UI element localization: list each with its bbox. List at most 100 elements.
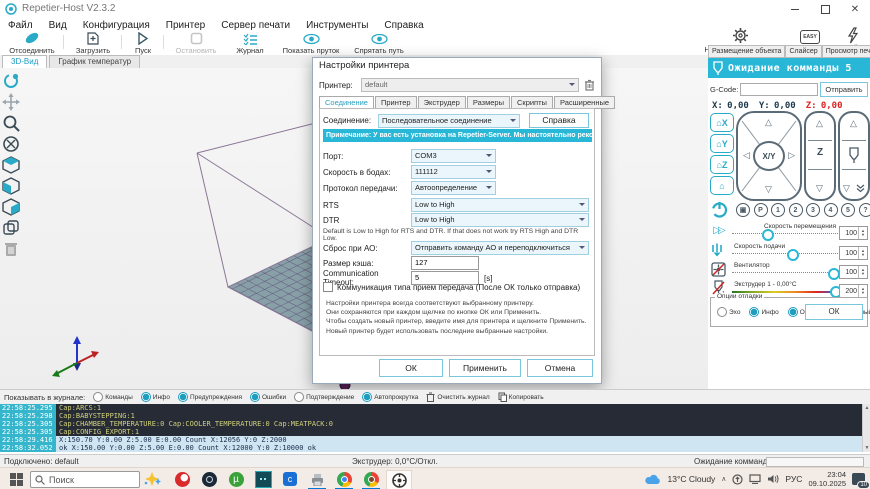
- fit-objects-tool[interactable]: [2, 219, 20, 237]
- delete-object-tool[interactable]: [2, 240, 20, 258]
- tab-temperature-graph[interactable]: График температур: [49, 55, 140, 68]
- extrude-button[interactable]: △: [850, 119, 857, 128]
- zoom-tool[interactable]: [2, 114, 20, 132]
- taskbar-app-media[interactable]: [251, 470, 275, 488]
- start-button[interactable]: [4, 470, 28, 488]
- clock[interactable]: 23:04 09.10.2025: [808, 470, 846, 488]
- search-highlights-icon[interactable]: [140, 470, 164, 488]
- reset-select[interactable]: Отправить команду АО и переподключиться: [411, 241, 589, 255]
- menu-printer[interactable]: Принтер: [158, 20, 213, 31]
- fan-value[interactable]: 100▲▼: [839, 265, 868, 279]
- extruder-temp-value[interactable]: 200▲▼: [839, 284, 868, 298]
- motor-off-button[interactable]: ▣: [736, 203, 750, 217]
- rotate-view-tool[interactable]: [2, 72, 20, 90]
- jog-y-plus[interactable]: △: [765, 118, 772, 127]
- port-select[interactable]: COM3: [411, 149, 496, 163]
- jog-x-minus[interactable]: ◁: [743, 151, 750, 160]
- dialog-ok-button[interactable]: ОК: [379, 359, 443, 377]
- log-scrollbar[interactable]: ▲ ▼: [862, 404, 870, 452]
- debug-info-toggle[interactable]: Инфо: [749, 307, 778, 317]
- ping-pong-checkbox[interactable]: Коммуникация типа прием передача (После …: [323, 282, 589, 292]
- tray-expand-chevron[interactable]: ∧: [721, 475, 726, 483]
- log-output[interactable]: 22:58:25.295Cap:ARCS:1 22:58:25.298Cap:B…: [0, 404, 862, 452]
- dtr-select[interactable]: Low to High: [411, 213, 589, 227]
- travel-speed-knob[interactable]: [762, 229, 774, 241]
- gcode-input[interactable]: [740, 83, 818, 96]
- park-button[interactable]: P: [754, 203, 768, 217]
- clear-log-button[interactable]: Очистить журнал: [426, 392, 489, 402]
- hide-travel-button[interactable]: Спрятать путь: [348, 32, 410, 55]
- maximize-button[interactable]: [810, 0, 840, 18]
- log-button[interactable]: Журнал: [228, 32, 272, 55]
- menu-tools[interactable]: Инструменты: [298, 20, 376, 31]
- taskbar-app-docs[interactable]: c: [278, 470, 302, 488]
- debug-ok-button[interactable]: ОК: [805, 304, 863, 320]
- tab-slicer[interactable]: Слайсер: [785, 45, 821, 58]
- taskbar-app-chrome-profile[interactable]: [359, 470, 383, 488]
- menu-file[interactable]: Файл: [0, 20, 41, 31]
- delete-printer-icon[interactable]: [584, 79, 595, 91]
- dialog-cancel-button[interactable]: Отмена: [527, 359, 593, 377]
- flow-value[interactable]: 100▲▼: [839, 246, 868, 260]
- home-all-button[interactable]: ⌂: [710, 176, 734, 195]
- taskbar-search[interactable]: Поиск: [30, 471, 140, 488]
- baud-select[interactable]: 111112: [411, 165, 496, 179]
- close-button[interactable]: ✕: [840, 0, 870, 18]
- start-button[interactable]: Пуск: [126, 32, 160, 55]
- rts-select[interactable]: Low to High: [411, 198, 589, 212]
- dialog-apply-button[interactable]: Применить: [449, 359, 521, 377]
- scroll-up-arrow[interactable]: ▲: [864, 405, 870, 411]
- log-commands-toggle[interactable]: Команды: [93, 392, 133, 402]
- taskbar-app-printer-tool[interactable]: [305, 470, 329, 488]
- tab-3d-view[interactable]: 3D-Вид: [2, 55, 47, 68]
- debug-echo-toggle[interactable]: Эхо: [717, 307, 740, 317]
- move-view-tool[interactable]: [2, 93, 20, 111]
- log-info-toggle[interactable]: Инфо: [141, 392, 170, 402]
- isometric-view-tool[interactable]: [2, 156, 20, 174]
- taskbar-app-repetier[interactable]: [386, 470, 412, 489]
- retract-button[interactable]: ▽: [843, 184, 850, 193]
- preset-3-button[interactable]: 3: [806, 203, 820, 217]
- tab-print-preview[interactable]: Просмотр печати: [822, 45, 870, 58]
- language-indicator[interactable]: РУС: [785, 474, 802, 484]
- jog-x-plus[interactable]: ▷: [788, 151, 795, 160]
- notification-center-button[interactable]: 10: [852, 472, 868, 487]
- menu-help[interactable]: Справка: [376, 20, 431, 31]
- log-warnings-toggle[interactable]: Предупреждения: [178, 392, 242, 402]
- jog-z-plus[interactable]: △: [816, 119, 823, 128]
- volume-tray-icon[interactable]: [767, 474, 779, 484]
- preset-5-button[interactable]: 5: [841, 203, 855, 217]
- send-button[interactable]: Отправить: [820, 82, 868, 97]
- top-view-tool[interactable]: [2, 198, 20, 216]
- cache-size-input[interactable]: [411, 256, 479, 270]
- menu-config[interactable]: Конфигурация: [75, 20, 158, 31]
- viewpoint-tool[interactable]: [2, 135, 20, 153]
- tab-object-placement[interactable]: Размещение объекта: [708, 45, 785, 58]
- taskbar-app-chrome[interactable]: [332, 470, 356, 488]
- log-ack-toggle[interactable]: Подтверждение: [294, 392, 354, 402]
- minimize-button[interactable]: [780, 0, 810, 18]
- jog-z-minus[interactable]: ▽: [816, 184, 823, 193]
- home-y-button[interactable]: ⌂Y: [710, 134, 734, 153]
- preset-4-button[interactable]: 4: [824, 203, 838, 217]
- menu-view[interactable]: Вид: [41, 20, 75, 31]
- log-errors-toggle[interactable]: Ошибки: [250, 392, 286, 402]
- preset-2-button[interactable]: 2: [789, 203, 803, 217]
- printer-select[interactable]: default: [361, 78, 579, 92]
- menu-print-server[interactable]: Сервер печати: [213, 20, 298, 31]
- jog-y-minus[interactable]: ▽: [765, 185, 772, 194]
- weather-text[interactable]: 13°C Cloudy: [667, 474, 715, 484]
- home-x-button[interactable]: ⌂X: [710, 113, 734, 132]
- front-view-tool[interactable]: [2, 177, 20, 195]
- copy-log-button[interactable]: Копировать: [498, 392, 544, 402]
- onedrive-tray-icon[interactable]: [732, 474, 743, 485]
- protocol-select[interactable]: Автоопределение: [411, 181, 496, 195]
- unload-filament-icon[interactable]: [856, 184, 865, 193]
- taskbar-app-steam[interactable]: [197, 470, 221, 488]
- power-button[interactable]: [711, 201, 728, 218]
- help-button[interactable]: ?: [859, 203, 870, 217]
- network-tray-icon[interactable]: [749, 474, 761, 484]
- log-autoscroll-toggle[interactable]: Автопрокрутка: [362, 392, 418, 402]
- show-filament-button[interactable]: Показать пруток: [276, 32, 346, 55]
- disconnect-button[interactable]: Отсоединить: [4, 32, 60, 55]
